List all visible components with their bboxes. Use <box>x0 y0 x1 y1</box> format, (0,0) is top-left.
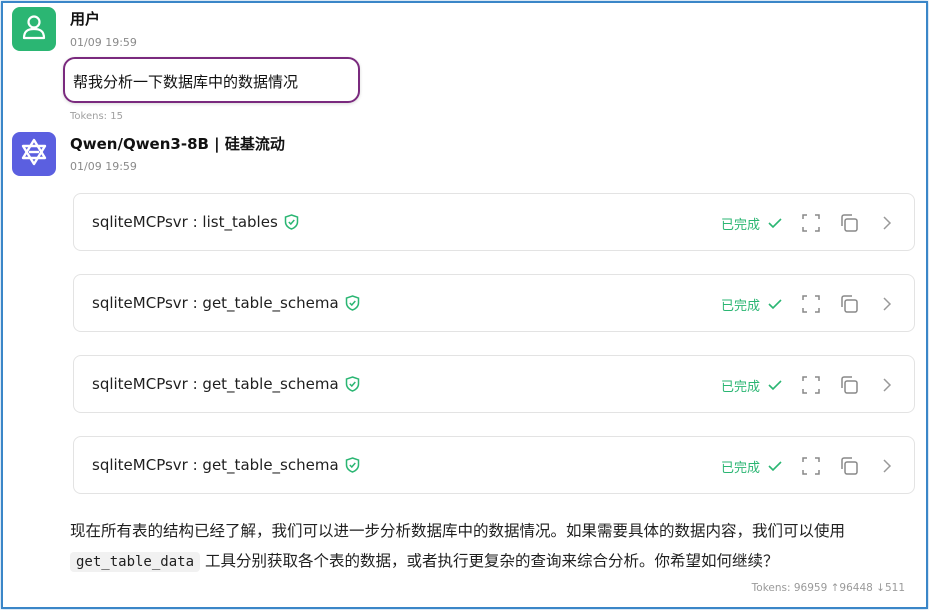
chevron-right-icon[interactable] <box>878 457 896 475</box>
tool-call-card[interactable]: sqliteMCPsvr : list_tables 已完成 <box>73 193 915 251</box>
copy-icon[interactable] <box>840 295 858 313</box>
assistant-name: Qwen/Qwen3-8B | 硅基流动 <box>70 135 285 153</box>
assistant-timestamp: 01/09 19:59 <box>70 160 137 173</box>
check-icon <box>768 298 782 310</box>
user-name: 用户 <box>70 10 101 28</box>
user-message-bubble: 帮我分析一下数据库中的数据情况 <box>63 57 360 103</box>
check-icon <box>768 379 782 391</box>
expand-icon[interactable] <box>802 457 820 475</box>
assistant-token-count: Tokens: 96959 ↑96448 ↓511 <box>751 582 905 594</box>
expand-icon[interactable] <box>802 295 820 313</box>
chevron-right-icon[interactable] <box>878 295 896 313</box>
assistant-reply-text: 现在所有表的结构已经了解，我们可以进一步分析数据库中的数据情况。如果需要具体的数… <box>70 522 846 572</box>
tool-status: 已完成 <box>721 457 782 476</box>
user-token-count: Tokens: 15 <box>70 111 123 122</box>
user-timestamp: 01/09 19:59 <box>70 36 137 49</box>
tool-status: 已完成 <box>721 295 782 314</box>
check-icon <box>768 217 782 229</box>
chevron-right-icon[interactable] <box>878 214 896 232</box>
expand-icon[interactable] <box>802 376 820 394</box>
tool-status: 已完成 <box>721 376 782 395</box>
inline-code: get_table_data <box>70 552 201 572</box>
tool-call-label: sqliteMCPsvr : get_table_schema <box>92 294 360 312</box>
tool-call-card[interactable]: sqliteMCPsvr : get_table_schema 已完成 <box>73 274 915 332</box>
shield-check-icon <box>345 295 360 311</box>
qwen-logo-icon <box>19 137 49 171</box>
tool-call-label: sqliteMCPsvr : get_table_schema <box>92 375 360 393</box>
shield-check-icon <box>345 457 360 473</box>
copy-icon[interactable] <box>840 457 858 475</box>
assistant-avatar <box>12 132 56 176</box>
shield-check-icon <box>284 214 299 230</box>
tool-call-card[interactable]: sqliteMCPsvr : get_table_schema 已完成 <box>73 355 915 413</box>
tool-status: 已完成 <box>721 214 782 233</box>
copy-icon[interactable] <box>840 376 858 394</box>
tool-call-card[interactable]: sqliteMCPsvr : get_table_schema 已完成 <box>73 436 915 494</box>
user-avatar <box>12 7 56 51</box>
shield-check-icon <box>345 376 360 392</box>
copy-icon[interactable] <box>840 214 858 232</box>
chevron-right-icon[interactable] <box>878 376 896 394</box>
expand-icon[interactable] <box>802 214 820 232</box>
user-icon <box>22 14 46 44</box>
tool-call-label: sqliteMCPsvr : list_tables <box>92 213 299 231</box>
check-icon <box>768 460 782 472</box>
user-message-text: 帮我分析一下数据库中的数据情况 <box>73 73 299 91</box>
tool-call-label: sqliteMCPsvr : get_table_schema <box>92 456 360 474</box>
